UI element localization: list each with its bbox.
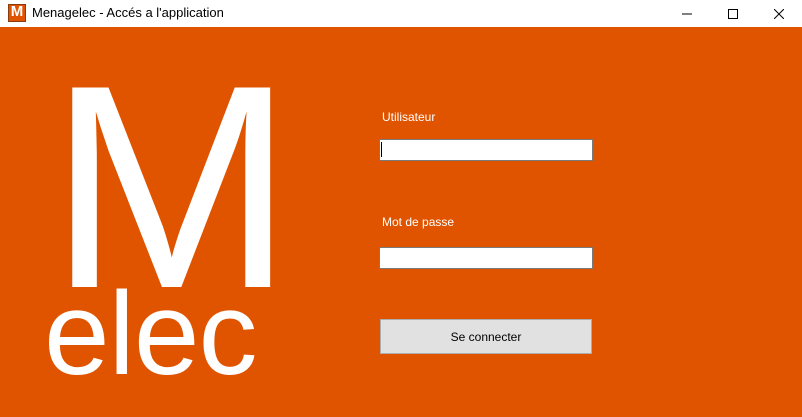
- minimize-icon: [682, 13, 692, 14]
- app-icon-letter: M: [10, 3, 24, 20]
- minimize-button[interactable]: [664, 0, 710, 27]
- logo-word: elec: [44, 268, 257, 400]
- app-window: M Menagelec - Accés a l'application M el…: [0, 0, 802, 417]
- maximize-icon: [728, 8, 738, 19]
- text-caret: [381, 142, 382, 157]
- connect-button[interactable]: Se connecter: [380, 319, 592, 354]
- password-label: Mot de passe: [382, 215, 455, 229]
- close-button[interactable]: [756, 0, 802, 27]
- password-input[interactable]: [379, 247, 593, 269]
- login-panel: M elec Utilisateur Mot de passe Se conne…: [0, 27, 802, 417]
- user-label: Utilisateur: [382, 110, 436, 124]
- title-bar[interactable]: M Menagelec - Accés a l'application: [0, 0, 802, 27]
- close-icon: [774, 8, 784, 19]
- user-input[interactable]: [379, 139, 593, 161]
- app-logo-icon: M: [8, 4, 26, 22]
- window-title: Menagelec - Accés a l'application: [32, 5, 224, 20]
- maximize-button[interactable]: [710, 0, 756, 27]
